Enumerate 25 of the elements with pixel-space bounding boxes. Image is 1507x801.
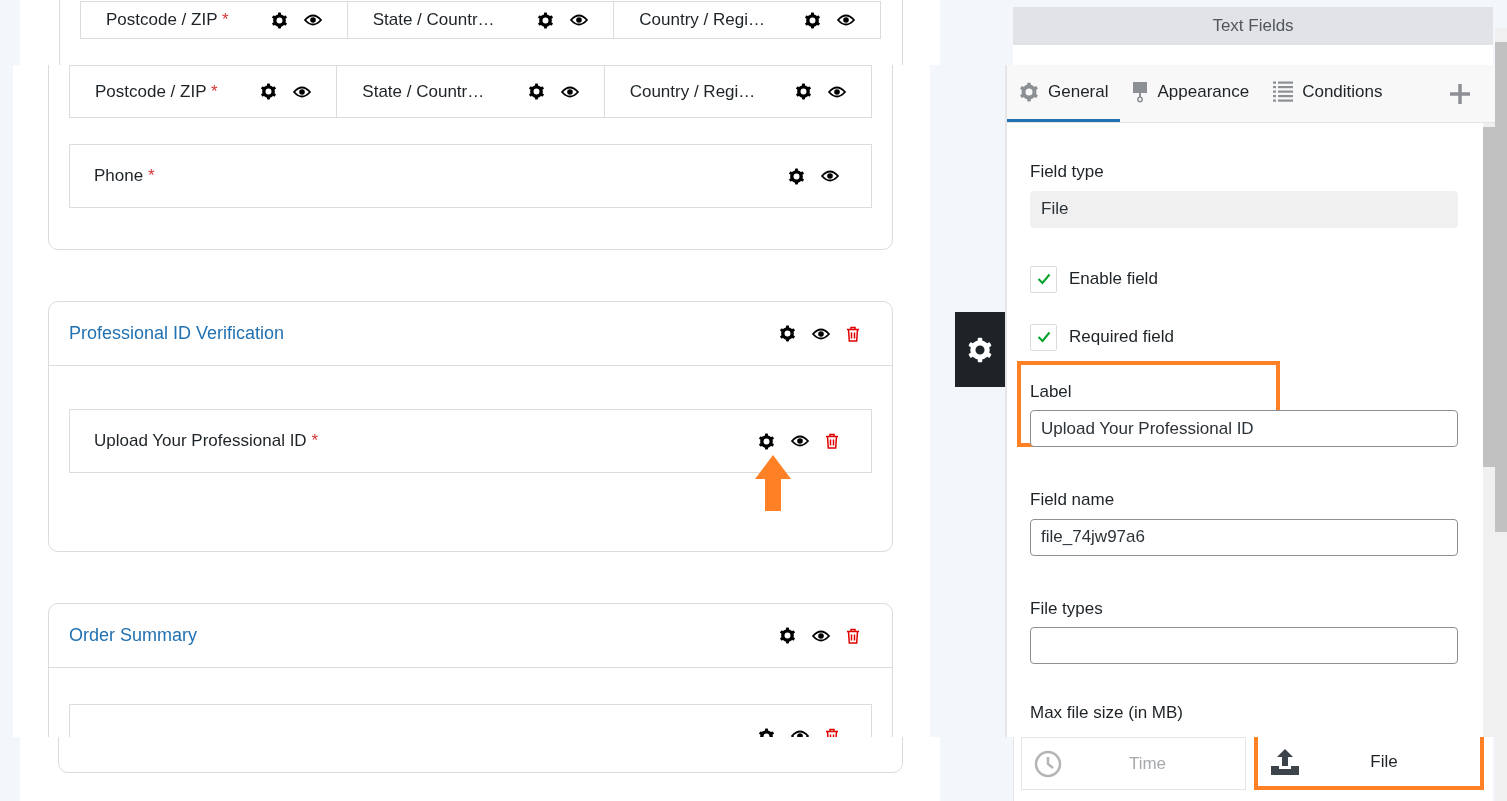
- section-title: Order Summary: [69, 624, 198, 647]
- field-label: Postcode / ZIP *: [106, 9, 229, 32]
- field-type-tile[interactable]: File: [1254, 737, 1484, 790]
- field-label: File types: [1030, 597, 1104, 620]
- field-label: Phone *: [94, 165, 155, 188]
- field-label: Postcode / ZIP *: [95, 80, 218, 103]
- field-label: State / Countr…: [362, 80, 485, 103]
- field-label: Upload Your Professional ID *: [94, 430, 318, 453]
- checkbox-label: Required field: [1069, 326, 1174, 349]
- field-label: Field name: [1030, 489, 1116, 511]
- section-title: Professional ID Verification: [69, 322, 285, 345]
- field-label: Country / Regi…: [629, 80, 756, 103]
- text-field[interactable]: file_74jw97a6: [1030, 518, 1458, 556]
- field-label: Label: [1030, 380, 1073, 403]
- text-field[interactable]: Upload Your Professional ID: [1030, 410, 1458, 447]
- panel-title: Text Fields: [1013, 7, 1493, 45]
- field-type-field[interactable]: File: [1030, 190, 1458, 228]
- tab[interactable]: General: [1007, 65, 1121, 122]
- tab[interactable]: Conditions: [1261, 65, 1395, 122]
- checkbox-label: Enable field: [1069, 268, 1158, 291]
- field-label: Field type: [1030, 161, 1105, 183]
- field-label: State / Countr…: [372, 9, 495, 32]
- field-label: Country / Regi…: [639, 9, 765, 32]
- tab[interactable]: Appearance: [1120, 65, 1262, 122]
- field-label: Max file size (in MB): [1030, 702, 1185, 724]
